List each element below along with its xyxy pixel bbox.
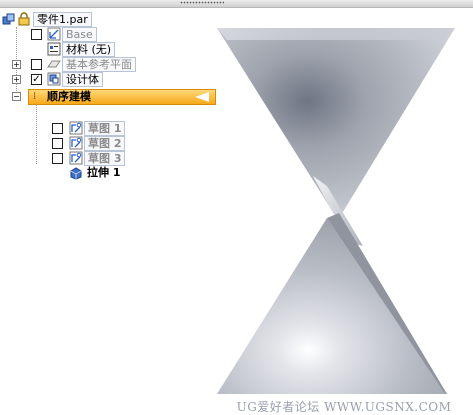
collapse-toggle[interactable]: − xyxy=(12,92,21,101)
sketch-2-checkbox[interactable] xyxy=(52,138,63,149)
tree-item-label: 顺序建模 xyxy=(47,90,91,103)
tree-item-design-body[interactable]: + ✓ 设计体 xyxy=(0,72,160,87)
active-environment-bar[interactable]: ⁞ 顺序建模 xyxy=(28,89,216,105)
tree-item-label: 基本参考平面 xyxy=(62,57,136,72)
base-checkbox[interactable] xyxy=(31,29,42,40)
tree-item-material[interactable]: 材料 (无) xyxy=(0,42,140,57)
expand-toggle[interactable]: + xyxy=(12,60,21,69)
tree-root-label: 零件1.par xyxy=(33,12,92,27)
tree-item-reference-planes[interactable]: + 基本参考平面 xyxy=(0,57,200,72)
pathfinder-tree: 零件1.par Base 材料 (无) + 基本参考平面 + ✓ 设计体 − ⁞… xyxy=(0,8,216,208)
tree-item-label: 材料 (无) xyxy=(62,42,116,57)
sketch-icon xyxy=(69,121,83,135)
design-body-icon xyxy=(47,72,61,86)
tree-item-sketch-1[interactable]: 草图 1 xyxy=(0,121,140,136)
tree-item-label: 草图 2 xyxy=(84,136,126,151)
tree-item-label: 草图 3 xyxy=(84,151,126,166)
upper-rim xyxy=(217,28,455,40)
sketch-icon xyxy=(69,151,83,165)
reference-plane-icon xyxy=(47,60,61,68)
design-body-checkbox[interactable]: ✓ xyxy=(31,74,42,85)
tree-root[interactable]: 零件1.par xyxy=(2,12,122,27)
tree-item-ordered-modeling[interactable]: − ⁞ 顺序建模 xyxy=(0,89,216,105)
tree-item-sketch-2[interactable]: 草图 2 xyxy=(0,136,140,151)
tree-item-label: 草图 1 xyxy=(84,121,126,136)
upper-surface xyxy=(217,28,455,220)
tree-item-label: 设计体 xyxy=(62,72,103,87)
sketch-3-checkbox[interactable] xyxy=(52,153,63,164)
expand-toggle[interactable]: + xyxy=(12,75,21,84)
tree-item-extrude-1[interactable]: 拉伸 1 xyxy=(0,166,140,181)
extrude-icon xyxy=(70,167,82,180)
sketch-1-checkbox[interactable] xyxy=(52,123,63,134)
watermark-text: UG爱好者论坛 WWW.UGSNX.COM xyxy=(236,400,452,414)
lower-surface xyxy=(217,218,445,394)
rollback-arrow-icon[interactable] xyxy=(195,92,209,102)
reference-planes-checkbox[interactable] xyxy=(31,59,42,70)
coordinate-system-icon xyxy=(47,27,61,41)
ordered-modeling-icon: ⁞ xyxy=(33,91,37,102)
tree-item-label: Base xyxy=(62,27,97,42)
material-icon xyxy=(47,42,61,56)
splitter-grip[interactable] xyxy=(180,1,224,4)
tree-item-base[interactable]: Base xyxy=(0,27,120,42)
panel-splitter[interactable] xyxy=(0,0,473,8)
part-document-icon xyxy=(2,13,15,25)
tree-item-sketch-3[interactable]: 草图 3 xyxy=(0,151,140,166)
tree-item-label: 拉伸 1 xyxy=(87,166,121,179)
sketch-icon xyxy=(69,136,83,150)
lock-icon xyxy=(18,12,30,26)
extruded-model[interactable] xyxy=(215,8,473,412)
graphics-viewport[interactable]: UG爱好者论坛 WWW.UGSNX.COM xyxy=(215,8,473,414)
